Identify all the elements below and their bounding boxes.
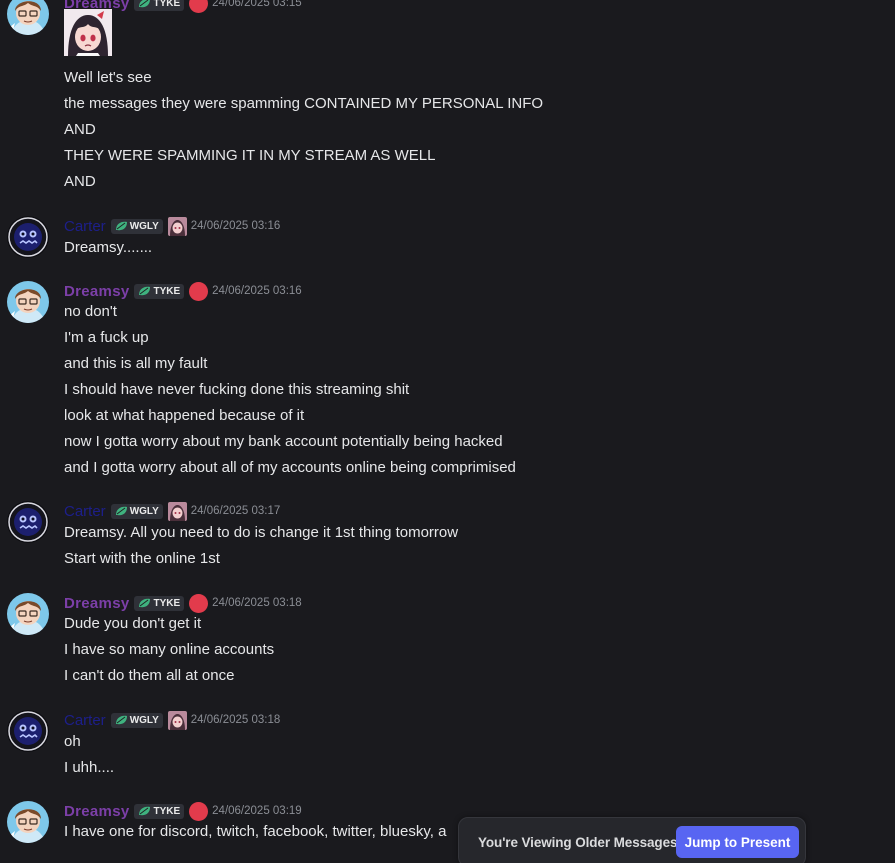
message-line: and this is all my fault — [64, 355, 208, 372]
message-header: Dreamsy TYKE 24/06/2025 03:19 — [64, 801, 302, 821]
server-tag-label: WGLY — [129, 505, 159, 517]
message-line: Start with the online 1st — [64, 550, 220, 567]
message-line: AND — [64, 173, 96, 190]
server-tag[interactable]: TYKE — [134, 0, 185, 11]
avatar-carter[interactable] — [7, 501, 49, 543]
message-line: and I gotta worry about all of my accoun… — [64, 459, 516, 476]
server-tag-label: TYKE — [153, 0, 181, 9]
username[interactable]: Dreamsy — [64, 803, 129, 820]
message-line: I have one for discord, twitch, facebook… — [64, 823, 447, 840]
timestamp[interactable]: 24/06/2025 03:15 — [212, 0, 302, 9]
message-line: Dreamsy....... — [64, 239, 153, 256]
server-tag[interactable]: WGLY — [110, 503, 163, 519]
timestamp[interactable]: 24/06/2025 03:17 — [191, 505, 281, 517]
leaf-icon — [138, 0, 151, 8]
message-line: the messages they were spamming CONTAINE… — [64, 95, 544, 112]
message-line: THEY WERE SPAMMING IT IN MY STREAM AS WE… — [64, 147, 436, 164]
avatar-dreamsy[interactable] — [7, 593, 49, 635]
timestamp[interactable]: 24/06/2025 03:19 — [212, 805, 302, 817]
role-icon[interactable] — [168, 217, 187, 236]
username[interactable]: Dreamsy — [64, 595, 129, 612]
timestamp[interactable]: 24/06/2025 03:18 — [212, 597, 302, 609]
username[interactable]: Dreamsy — [64, 283, 129, 300]
message-line: I'm a fuck up — [64, 329, 149, 346]
username[interactable]: Carter — [64, 503, 106, 520]
message-line: I have so many online accounts — [64, 641, 275, 658]
message-line: AND — [64, 121, 96, 138]
role-icon[interactable] — [189, 593, 209, 613]
role-icon[interactable] — [168, 711, 187, 730]
leaf-icon — [138, 598, 151, 608]
timestamp[interactable]: 24/06/2025 03:16 — [191, 220, 281, 232]
message-line: no don't — [64, 303, 117, 320]
leaf-icon — [115, 715, 128, 725]
message-line: Dude you don't get it — [64, 615, 202, 632]
username[interactable]: Carter — [64, 218, 106, 235]
server-tag[interactable]: TYKE — [134, 595, 185, 611]
older-messages-label: You're Viewing Older Messages — [478, 834, 678, 850]
role-icon[interactable] — [189, 281, 209, 301]
leaf-icon — [138, 806, 151, 816]
role-icon[interactable] — [168, 502, 187, 521]
leaf-icon — [115, 221, 128, 231]
message-line: Dreamsy. All you need to do is change it… — [64, 524, 459, 541]
message-line: I can't do them all at once — [64, 667, 235, 684]
role-icon[interactable] — [189, 801, 209, 821]
avatar-carter[interactable] — [7, 710, 49, 752]
server-tag-label: TYKE — [153, 285, 181, 297]
message-line: now I gotta worry about my bank account … — [64, 433, 503, 450]
timestamp[interactable]: 24/06/2025 03:16 — [212, 285, 302, 297]
message-line: I should have never fucking done this st… — [64, 381, 410, 398]
message-header: Dreamsy TYKE 24/06/2025 03:18 — [64, 593, 302, 613]
jump-to-present-button[interactable]: Jump to Present — [676, 826, 799, 858]
avatar-carter[interactable] — [7, 216, 49, 258]
server-tag[interactable]: WGLY — [110, 218, 163, 234]
message-header: Carter WGLY 24/06/2025 03:18 — [64, 710, 280, 730]
avatar-dreamsy[interactable] — [7, 0, 49, 35]
chat-messages: Dreamsy TYKE 24/06/2025 03:15 Well let's… — [0, 0, 895, 863]
server-tag[interactable]: TYKE — [134, 283, 185, 299]
message-header: Carter WGLY 24/06/2025 03:16 — [64, 216, 280, 236]
timestamp[interactable]: 24/06/2025 03:18 — [191, 714, 281, 726]
jump-to-present-bar: You're Viewing Older Messages Jump to Pr… — [458, 817, 806, 863]
role-icon[interactable] — [189, 0, 209, 13]
server-tag-label: WGLY — [129, 220, 159, 232]
message-line: Well let's see — [64, 69, 152, 86]
avatar-dreamsy[interactable] — [7, 281, 49, 323]
leaf-icon — [138, 286, 151, 296]
server-tag-label: TYKE — [153, 805, 181, 817]
server-tag[interactable]: TYKE — [134, 803, 185, 819]
server-tag[interactable]: WGLY — [110, 712, 163, 728]
avatar-dreamsy[interactable] — [7, 801, 49, 843]
message-line: I uhh.... — [64, 759, 115, 776]
message-line: look at what happened because of it — [64, 407, 305, 424]
leaf-icon — [115, 506, 128, 516]
server-tag-label: TYKE — [153, 597, 181, 609]
message-header: Dreamsy TYKE 24/06/2025 03:16 — [64, 281, 302, 301]
message-line: oh — [64, 733, 81, 750]
anime-girl-sticker[interactable] — [64, 9, 112, 56]
server-tag-label: WGLY — [129, 714, 159, 726]
username[interactable]: Carter — [64, 712, 106, 729]
message-header: Carter WGLY 24/06/2025 03:17 — [64, 501, 280, 521]
